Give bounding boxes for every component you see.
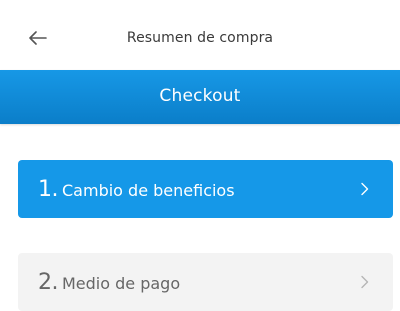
step-cambio-de-beneficios[interactable]: 1. Cambio de beneficios bbox=[18, 160, 393, 218]
step-label: Medio de pago bbox=[62, 274, 181, 293]
chevron-right-icon bbox=[361, 275, 369, 289]
step-number: 1. bbox=[38, 176, 59, 202]
step-number: 2. bbox=[38, 269, 59, 295]
header-title: Checkout bbox=[159, 86, 241, 106]
checkout-header: Checkout bbox=[0, 70, 400, 124]
page-title: Resumen de compra bbox=[126, 30, 274, 46]
chevron-right-icon bbox=[361, 182, 369, 196]
step-label: Cambio de beneficios bbox=[62, 181, 235, 200]
top-bar: Resumen de compra bbox=[0, 0, 400, 70]
step-medio-de-pago[interactable]: 2. Medio de pago bbox=[18, 253, 393, 311]
